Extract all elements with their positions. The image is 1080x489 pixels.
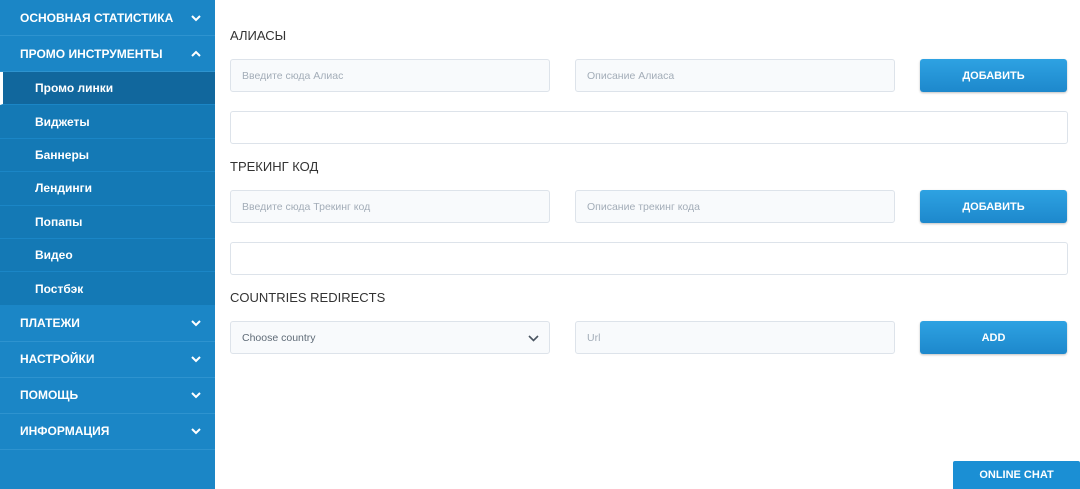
sub-item-landings[interactable]: Лендинги [0,172,215,206]
chevron-up-icon [191,50,201,57]
sidebar: ОСНОВНАЯ СТАТИСТИКА ПРОМО ИНСТРУМЕНТЫ Пр… [0,0,215,489]
sub-item-video[interactable]: Видео [0,239,215,273]
tracking-code-field[interactable] [242,200,549,213]
nav-item-help[interactable]: ПОМОЩЬ [0,378,215,414]
tracking-description-input[interactable] [575,190,895,223]
online-chat-button[interactable]: ONLINE CHAT [953,461,1080,489]
nav-item-information[interactable]: ИНФОРМАЦИЯ [0,414,215,450]
url-input[interactable] [575,321,895,354]
nav-item-promo-tools[interactable]: ПРОМО ИНСТРУМЕНТЫ [0,36,215,72]
tracking-title: ТРЕКИНГ КОД [230,159,319,174]
chevron-down-icon [191,428,201,435]
country-select-value: Choose country [242,331,316,344]
nav-item-label: ПОМОЩЬ [20,388,79,403]
tracking-list [230,242,1068,275]
sub-item-postback[interactable]: Постбэк [0,272,215,306]
aliases-list [230,111,1068,144]
redirects-title: COUNTRIES REDIRECTS [230,290,386,305]
add-tracking-button[interactable]: ДОБАВИТЬ [920,190,1067,223]
alias-description-field[interactable] [587,69,894,82]
nav-item-label: ОСНОВНАЯ СТАТИСТИКА [20,10,174,25]
tracking-code-input[interactable] [230,190,550,223]
sub-item-promo-links[interactable]: Промо линки [0,72,215,106]
chevron-down-icon [528,334,539,342]
sub-item-popups[interactable]: Попапы [0,206,215,239]
alias-description-input[interactable] [575,59,895,92]
nav-item-label: НАСТРОЙКИ [20,352,95,367]
nav-item-main-statistics[interactable]: ОСНОВНАЯ СТАТИСТИКА [0,0,215,36]
sub-item-widgets[interactable]: Виджеты [0,105,215,139]
url-field[interactable] [587,331,894,344]
promo-tools-submenu: Промо линки Виджеты Баннеры Лендинги Поп… [0,72,215,306]
nav-item-label: ИНФОРМАЦИЯ [20,424,110,439]
nav-item-label: ПЛАТЕЖИ [20,316,80,331]
add-redirect-button[interactable]: ADD [920,321,1067,354]
sub-item-banners[interactable]: Баннеры [0,139,215,173]
tracking-description-field[interactable] [587,200,894,213]
nav-item-label: ПРОМО ИНСТРУМЕНТЫ [20,46,163,61]
alias-input-field[interactable] [242,69,549,82]
nav-item-payments[interactable]: ПЛАТЕЖИ [0,306,215,342]
nav-item-settings[interactable]: НАСТРОЙКИ [0,342,215,378]
country-select[interactable]: Choose country [230,321,550,354]
chevron-down-icon [191,14,201,21]
chevron-down-icon [191,320,201,327]
add-alias-button[interactable]: ДОБАВИТЬ [920,59,1067,92]
alias-input[interactable] [230,59,550,92]
chevron-down-icon [191,392,201,399]
chevron-down-icon [191,356,201,363]
aliases-title: АЛИАСЫ [230,28,287,43]
